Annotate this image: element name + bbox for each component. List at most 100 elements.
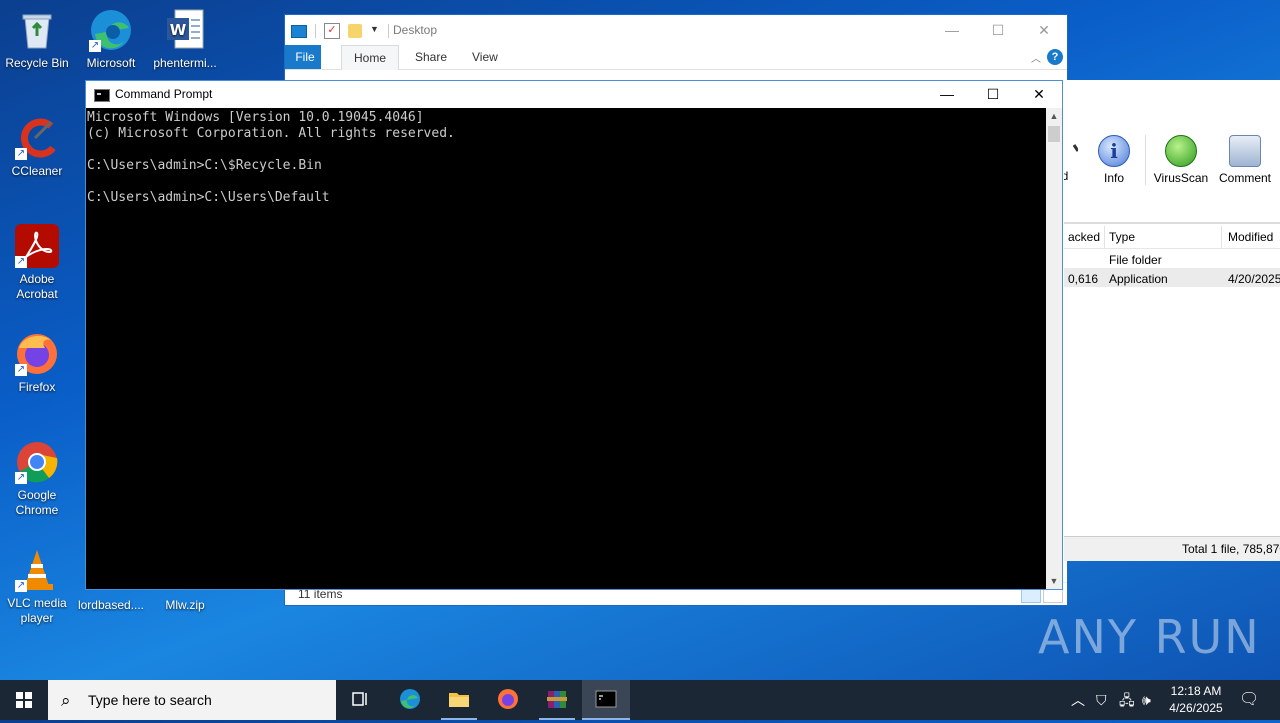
info-button[interactable]: i Info <box>1083 135 1145 185</box>
minimize-button[interactable]: — <box>929 15 975 45</box>
table-row[interactable]: 0,616 Application 4/20/2025 <box>1064 268 1280 287</box>
desktop-icon-recycle-bin[interactable]: Recycle Bin <box>1 8 73 71</box>
folder-icon <box>449 693 469 707</box>
shortcut-arrow-icon: ↗ <box>15 148 27 160</box>
file-list-header: acked Type Modified <box>1064 226 1280 249</box>
console-output[interactable]: Microsoft Windows [Version 10.0.19045.40… <box>86 108 1046 589</box>
winrar-toolbar: rd i Info VirusScan Comment <box>1064 125 1280 195</box>
desktop-icon-vlc[interactable]: ↗ VLC media player <box>1 548 73 626</box>
scroll-up-arrow-icon[interactable]: ▲ <box>1046 108 1062 124</box>
desktop-icon-label: VLC media player <box>7 596 67 625</box>
svg-text:W: W <box>170 21 187 39</box>
taskbar-edge[interactable] <box>386 680 434 720</box>
tab-file[interactable]: File <box>285 45 321 69</box>
taskbar-winrar[interactable] <box>533 680 581 720</box>
edge-icon: ↗ <box>89 8 133 52</box>
command-prompt-window[interactable]: Command Prompt — ☐ ✕ Microsoft Windows [… <box>85 80 1063 590</box>
scroll-down-arrow-icon[interactable]: ▼ <box>1046 573 1062 589</box>
virus-bug-icon <box>1165 135 1197 167</box>
firefox-icon <box>498 689 518 709</box>
info-icon: i <box>1098 135 1130 167</box>
taskbar: ⌕ Type here to search ︿ ⛉ 🖧 🕪 12:18 AM 4… <box>0 680 1280 720</box>
network-icon[interactable]: 🖧 <box>1119 692 1135 708</box>
start-button[interactable] <box>0 680 48 720</box>
customize-toolbar-chevron-icon[interactable]: ▼ <box>370 24 380 38</box>
column-type[interactable]: Type <box>1109 230 1135 244</box>
chrome-icon: ↗ <box>15 440 59 484</box>
scrollbar-thumb[interactable] <box>1048 126 1060 142</box>
desktop-icon-label: lordbased.... <box>77 598 145 612</box>
desktop-icon-label: Mlw.zip <box>165 598 205 612</box>
desktop-icon-label: Firefox <box>18 380 56 394</box>
volume-icon[interactable]: 🕪 <box>1142 692 1151 708</box>
console-line: C:\Users\admin>C:\$Recycle.Bin <box>87 158 322 173</box>
wizard-wand-icon <box>1064 135 1080 165</box>
vlc-cone-icon: ↗ <box>15 548 59 592</box>
maximize-button[interactable]: ☐ <box>970 81 1016 108</box>
shortcut-arrow-icon: ↗ <box>15 364 27 376</box>
desktop-icon-label: Recycle Bin <box>5 56 69 70</box>
taskbar-command-prompt[interactable] <box>582 680 630 720</box>
search-placeholder: Type here to search <box>88 692 212 708</box>
task-view-icon <box>352 692 367 706</box>
virusscan-button[interactable]: VirusScan <box>1150 135 1212 185</box>
clock-date: 4/26/2025 <box>1169 701 1223 715</box>
desktop-icon-edge[interactable]: ↗ Microsoft Edge <box>75 8 147 71</box>
show-hidden-icons-chevron-icon[interactable]: ︿ <box>1071 692 1085 708</box>
adobe-acrobat-icon: ↗ <box>15 224 59 268</box>
desktop-icon-label: Adobe Acrobat <box>16 272 58 301</box>
clock-time: 12:18 AM <box>1170 684 1222 698</box>
cmd-titlebar[interactable]: Command Prompt — ☐ ✕ <box>86 81 1062 108</box>
winrar-statusbar: Total 1 file, 785,870 <box>1064 536 1280 561</box>
comment-icon <box>1229 135 1261 167</box>
edge-icon <box>400 689 420 709</box>
comment-button[interactable]: Comment <box>1214 135 1276 185</box>
vertical-scrollbar[interactable]: ▲ ▼ <box>1046 108 1062 589</box>
task-view-button[interactable] <box>336 680 384 720</box>
column-modified[interactable]: Modified <box>1228 230 1273 244</box>
explorer-titlebar[interactable]: ✓ ▼ Desktop — ☐ ✕ <box>285 15 1067 45</box>
cmd-icon <box>595 690 617 708</box>
properties-icon[interactable]: ✓ <box>324 23 340 39</box>
notifications-icon[interactable]: 🗨 <box>1239 692 1259 708</box>
tab-share[interactable]: Share <box>403 45 459 69</box>
word-document-icon: W <box>163 8 207 52</box>
taskbar-file-explorer[interactable] <box>435 680 483 720</box>
console-line: C:\Users\admin>C:\Users\Default <box>87 190 330 205</box>
close-button[interactable]: ✕ <box>1016 81 1062 108</box>
tab-home[interactable]: Home <box>341 45 400 70</box>
window-title: Command Prompt <box>115 87 213 101</box>
archive-summary: Total 1 file, 785,870 <box>1182 542 1280 556</box>
desktop-icon-word-doc[interactable]: W phentermi... <box>149 8 221 71</box>
tab-view[interactable]: View <box>460 45 510 69</box>
taskbar-firefox[interactable] <box>484 680 532 720</box>
shortcut-arrow-icon: ↗ <box>15 472 27 484</box>
column-packed[interactable]: acked <box>1068 230 1100 244</box>
new-folder-icon[interactable] <box>348 24 362 38</box>
desktop-icon-ccleaner[interactable]: ↗ CCleaner <box>1 116 73 179</box>
console-line: Microsoft Windows [Version 10.0.19045.40… <box>87 110 424 125</box>
shortcut-arrow-icon: ↗ <box>15 580 27 592</box>
windows-logo-icon <box>16 692 32 708</box>
taskbar-search-box[interactable]: ⌕ Type here to search <box>48 680 336 720</box>
minimize-button[interactable]: — <box>924 81 970 108</box>
collapse-ribbon-icon[interactable]: ︿ <box>1031 50 1041 65</box>
desktop-icon-label: Microsoft Edge <box>86 56 136 70</box>
maximize-button[interactable]: ☐ <box>975 15 1021 45</box>
desktop-icon-lordbased[interactable]: lordbased.... <box>75 586 147 613</box>
recycle-bin-icon <box>15 8 59 52</box>
desktop-icon-chrome[interactable]: ↗ Google Chrome <box>1 440 73 518</box>
winrar-window[interactable]: rd i Info VirusScan Comment acked Type M… <box>1064 80 1280 561</box>
desktop-icon-firefox[interactable]: ↗ Firefox <box>1 332 73 395</box>
desktop-icon-label: phentermi... <box>153 56 217 70</box>
table-row[interactable]: File folder <box>1064 249 1280 268</box>
help-icon[interactable]: ? <box>1047 49 1063 65</box>
close-button[interactable]: ✕ <box>1021 15 1067 45</box>
desktop-icon-acrobat[interactable]: ↗ Adobe Acrobat <box>1 224 73 302</box>
console-line: (c) Microsoft Corporation. All rights re… <box>87 126 455 141</box>
desktop-icon-mlw-zip[interactable]: Mlw.zip <box>149 586 221 613</box>
system-clock[interactable]: 12:18 AM 4/26/2025 <box>1164 683 1228 717</box>
security-tray-icon[interactable]: ⛉ <box>1096 692 1107 708</box>
desktop-icon-label: CCleaner <box>11 164 63 178</box>
